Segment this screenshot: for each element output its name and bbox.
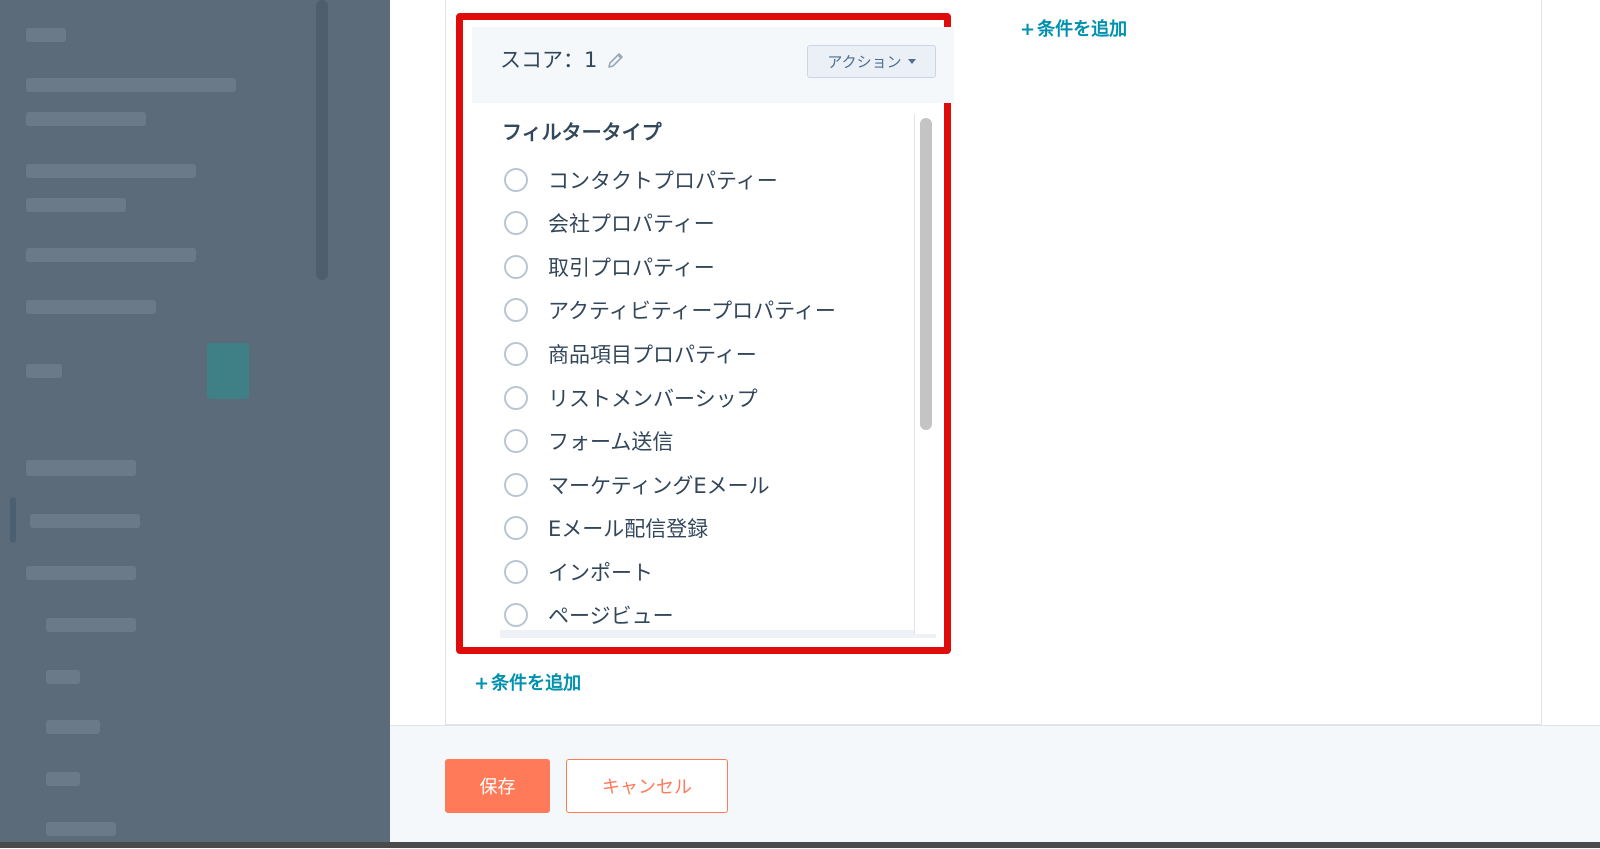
- filter-option-email-subscription[interactable]: Eメール配信登録: [504, 513, 708, 543]
- filter-option-deal-property[interactable]: 取引プロパティー: [504, 252, 715, 282]
- caret-down-icon: [907, 59, 916, 64]
- radio-button[interactable]: [504, 211, 528, 235]
- add-condition-label: 条件を追加: [491, 673, 582, 694]
- score-label: スコア：1: [500, 48, 598, 72]
- radio-button[interactable]: [504, 516, 528, 540]
- action-button-label: アクション: [827, 53, 902, 71]
- sidebar-blurred-text: [26, 198, 126, 212]
- add-condition-link-right[interactable]: + 条件を追加: [1020, 15, 1127, 41]
- radio-button[interactable]: [504, 255, 528, 279]
- filter-option-import[interactable]: インポート: [504, 557, 653, 587]
- sidebar-overlay: [0, 0, 390, 848]
- sidebar-blurred-text: [46, 772, 80, 786]
- radio-button[interactable]: [504, 386, 528, 410]
- plus-icon: +: [1020, 19, 1036, 40]
- filter-option-label: ページビュー: [548, 604, 674, 628]
- filter-option-page-view[interactable]: ページビュー: [504, 600, 674, 630]
- cancel-button[interactable]: キャンセル: [566, 759, 728, 813]
- pencil-icon[interactable]: [606, 50, 626, 70]
- sidebar-blurred-text: [26, 566, 136, 580]
- sidebar-blurred-text: [26, 112, 146, 126]
- filter-option-label: 会社プロパティー: [548, 212, 715, 236]
- sidebar-blurred-text: [46, 720, 100, 734]
- filter-option-label: フォーム送信: [548, 430, 674, 454]
- sidebar-blurred-text: [26, 248, 196, 262]
- sidebar-scrollbar: [316, 0, 328, 280]
- filter-option-label: リストメンバーシップ: [548, 387, 758, 411]
- sidebar-blurred-text: [30, 514, 140, 528]
- filter-option-label: 商品項目プロパティー: [548, 343, 757, 367]
- sidebar-blurred-heading: [26, 460, 136, 476]
- filter-option-label: マーケティングEメール: [548, 474, 770, 498]
- sidebar-accent-block: [207, 343, 249, 399]
- radio-button[interactable]: [504, 603, 528, 627]
- radio-button[interactable]: [504, 560, 528, 584]
- sidebar-blurred-text: [26, 28, 66, 42]
- filter-type-title: フィルタータイプ: [502, 120, 662, 144]
- radio-button[interactable]: [504, 429, 528, 453]
- sidebar-blurred-text: [26, 78, 236, 92]
- sidebar-blurred-text: [26, 364, 62, 378]
- add-condition-label: 条件を追加: [1037, 19, 1128, 40]
- filter-list-scrollbar-thumb[interactable]: [920, 118, 932, 430]
- filter-option-form-submission[interactable]: フォーム送信: [504, 426, 673, 456]
- save-button[interactable]: 保存: [445, 759, 550, 813]
- filter-option-activity-property[interactable]: アクティビティープロパティー: [504, 295, 836, 325]
- list-fade: [500, 630, 936, 638]
- radio-button[interactable]: [504, 298, 528, 322]
- filter-option-marketing-email[interactable]: マーケティングEメール: [504, 470, 770, 500]
- filter-option-list-membership[interactable]: リストメンバーシップ: [504, 383, 758, 413]
- filter-option-label: コンタクトプロパティー: [548, 169, 778, 193]
- sidebar-blurred-text: [46, 822, 116, 836]
- radio-button[interactable]: [504, 473, 528, 497]
- add-condition-link[interactable]: + 条件を追加: [474, 669, 581, 695]
- sidebar-blurred-text: [46, 670, 80, 684]
- filter-option-contact-property[interactable]: コンタクトプロパティー: [504, 165, 778, 195]
- filter-option-label: 取引プロパティー: [548, 256, 715, 280]
- filter-option-label: Eメール配信登録: [548, 517, 709, 541]
- filter-option-label: インポート: [548, 561, 653, 585]
- action-dropdown-button[interactable]: アクション: [807, 45, 936, 78]
- sidebar-active-indicator: [10, 497, 16, 543]
- sidebar-blurred-text: [26, 300, 156, 314]
- window-bottom-edge: [0, 842, 1600, 848]
- radio-button[interactable]: [504, 168, 528, 192]
- radio-button[interactable]: [504, 342, 528, 366]
- filter-option-company-property[interactable]: 会社プロパティー: [504, 208, 715, 238]
- filter-option-line-item-property[interactable]: 商品項目プロパティー: [504, 339, 757, 369]
- plus-icon: +: [474, 673, 490, 694]
- sidebar-blurred-text: [46, 618, 136, 632]
- filter-option-label: アクティビティープロパティー: [548, 299, 836, 323]
- sidebar-blurred-text: [26, 164, 196, 178]
